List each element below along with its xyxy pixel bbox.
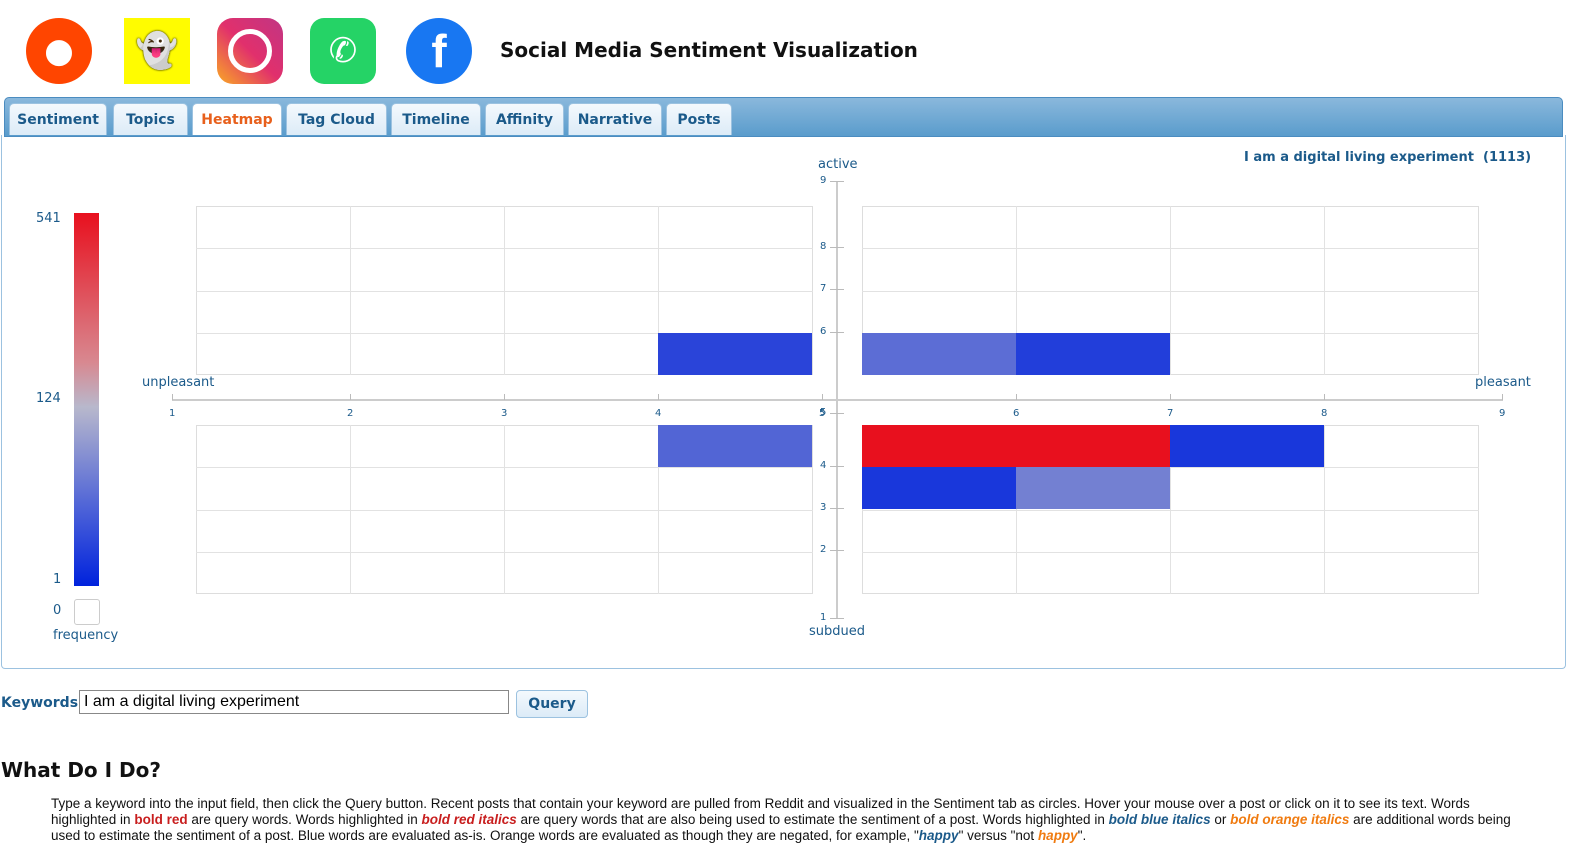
y-tick-mark xyxy=(830,413,844,414)
tab-topics[interactable]: Topics xyxy=(113,103,188,135)
keywords-label: Keywords: xyxy=(1,695,84,711)
y-tick-label: 7 xyxy=(820,283,827,294)
grid-line xyxy=(862,551,1479,553)
text: " versus "not xyxy=(958,828,1038,843)
x-tick-mark xyxy=(1170,394,1171,400)
x-tick-mark xyxy=(1502,394,1503,400)
y-tick-mark xyxy=(830,289,844,290)
tab-posts[interactable]: Posts xyxy=(666,103,732,135)
legend-zero: 0 xyxy=(53,603,62,618)
help-heading: What Do I Do? xyxy=(1,758,161,782)
x-right-label: pleasant xyxy=(1475,375,1531,390)
query-title: I am a digital living experiment (1113) xyxy=(1244,150,1532,165)
legend-zero-swatch xyxy=(74,599,100,625)
grid-line xyxy=(1324,206,1325,375)
y-tick-label: 5 xyxy=(820,407,827,418)
text: or xyxy=(1210,812,1231,827)
legend-gradient xyxy=(74,213,99,586)
y-tick-mark xyxy=(830,550,844,551)
grid-line xyxy=(1324,425,1325,594)
bold-blue-italics-example: bold blue italics xyxy=(1108,812,1211,827)
x-tick-mark xyxy=(350,394,351,400)
y-tick-mark xyxy=(830,332,844,333)
y-tick-label: 9 xyxy=(820,175,827,186)
x-tick-label: 8 xyxy=(1321,408,1328,419)
legend-max: 541 xyxy=(36,211,61,226)
y-tick-label: 3 xyxy=(820,502,827,513)
x-tick-label: 3 xyxy=(501,408,508,419)
text: are query words that are also being used… xyxy=(516,812,1109,827)
x-tick-label: 6 xyxy=(1013,408,1020,419)
x-tick-mark xyxy=(822,394,823,400)
legend-mid: 124 xyxy=(36,391,61,406)
grid-line xyxy=(196,290,813,292)
happy-example: happy xyxy=(918,828,959,843)
heatmap-cell xyxy=(862,425,1016,467)
tab-narrative[interactable]: Narrative xyxy=(568,103,662,135)
x-tick-mark xyxy=(658,394,659,400)
tab-heatmap[interactable]: Heatmap xyxy=(192,103,282,135)
y-tick-mark xyxy=(830,247,844,248)
x-tick-mark xyxy=(1016,394,1017,400)
x-tick-label: 9 xyxy=(1499,408,1506,419)
grid-line xyxy=(862,509,1479,511)
heatmap-cell xyxy=(862,467,1016,509)
heatmap-cell xyxy=(1016,425,1170,467)
y-tick-label: 8 xyxy=(820,241,827,252)
y-tick-label: 4 xyxy=(820,460,827,471)
legend-min: 1 xyxy=(53,572,62,587)
grid-line xyxy=(196,551,813,553)
x-tick-mark xyxy=(504,394,505,400)
query-button[interactable]: Query xyxy=(516,690,588,718)
text: ". xyxy=(1077,828,1087,843)
y-bottom-label: subdued xyxy=(809,624,866,639)
tab-timeline[interactable]: Timeline xyxy=(391,103,481,135)
reddit-logo[interactable]: ● xyxy=(26,18,92,84)
tab-sentiment[interactable]: Sentiment xyxy=(9,103,107,135)
x-left-label: unpleasant xyxy=(142,375,215,390)
y-tick-label: 1 xyxy=(820,612,827,623)
grid-line xyxy=(196,509,813,511)
y-top-label: active xyxy=(818,157,858,172)
heatmap-cell xyxy=(658,332,812,375)
bold-red-italics-example: bold red italics xyxy=(421,812,517,827)
legend-label: frequency xyxy=(53,628,119,643)
x-tick-label: 4 xyxy=(655,408,662,419)
keywords-input[interactable] xyxy=(79,690,509,714)
x-tick-label: 2 xyxy=(347,408,354,419)
grid-line xyxy=(862,290,1479,292)
heatmap-cell xyxy=(1016,467,1170,509)
y-tick-label: 6 xyxy=(820,326,827,337)
app-title: Social Media Sentiment Visualization xyxy=(500,38,918,62)
instagram-logo[interactable] xyxy=(217,18,283,84)
x-tick-label: 7 xyxy=(1167,408,1174,419)
bold-orange-italics-example: bold orange italics xyxy=(1230,812,1350,827)
snapchat-logo[interactable]: 👻 xyxy=(124,18,190,84)
y-tick-mark xyxy=(830,618,844,619)
heatmap-cell xyxy=(1016,332,1170,375)
help-text: Type a keyword into the input field, the… xyxy=(51,796,1511,844)
tab-affinity[interactable]: Affinity xyxy=(485,103,564,135)
whatsapp-logo[interactable]: ✆ xyxy=(310,18,376,84)
x-tick-label: 1 xyxy=(169,408,176,419)
text: are query words. Words highlighted in xyxy=(187,812,422,827)
y-tick-mark xyxy=(830,466,844,467)
facebook-logo[interactable]: f xyxy=(406,18,472,84)
y-tick-mark xyxy=(830,508,844,509)
x-tick-mark xyxy=(172,394,173,400)
y-tick-mark xyxy=(830,181,844,182)
x-tick-mark xyxy=(1324,394,1325,400)
bold-red-example: bold red xyxy=(134,812,188,827)
heatmap-cell xyxy=(862,332,1016,375)
heatmap-cell xyxy=(1170,425,1324,467)
tab-tag-cloud[interactable]: Tag Cloud xyxy=(286,103,387,135)
heatmap-cell xyxy=(658,425,812,467)
negated-happy-example: happy xyxy=(1037,828,1078,843)
y-tick-label: 2 xyxy=(820,544,827,555)
